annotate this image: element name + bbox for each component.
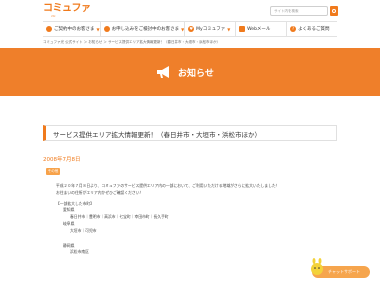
list-heading: 【一部拡大した市町】: [56, 200, 94, 206]
mail-icon: [239, 26, 246, 32]
category-badge: その他: [46, 168, 60, 175]
article-date: 2008年7月8日: [43, 157, 81, 163]
nav-item-label: Webメール: [247, 27, 271, 32]
nav-item-my-commufa[interactable]: ♥ Myコミュファ ▼: [184, 22, 235, 36]
mascot-icon: [311, 258, 323, 275]
hero-banner: お知らせ: [0, 48, 380, 96]
article-title: サービス提供エリア拡大情報更新！（春日井市・大垣市・浜松市ほか）: [43, 125, 337, 141]
logo-sub-text: ctc: [51, 14, 56, 18]
nav-item-faq[interactable]: ? よくあるご質問: [286, 22, 337, 36]
cities-shizuoka: 浜松市南区: [70, 249, 89, 255]
prefecture-aichi: 愛知県: [63, 207, 75, 213]
cities-aichi: 春日井市｜豊明市｜高浜市｜七宝町｜幸田市町｜長久手町: [70, 214, 169, 220]
breadcrumb: コミュファ光 公式サイト ＞ お知らせ ＞ サービス提供エリア拡大情報更新！（春…: [43, 40, 220, 44]
nav-item-webmail[interactable]: Webメール: [235, 22, 286, 36]
article-body: 平成２０年７月８日より、コミュファのサービス提供エリア内の一部において、ご利用い…: [56, 183, 326, 256]
cities-gifu: 大垣市｜可児市: [70, 227, 97, 233]
megaphone-icon: [157, 66, 169, 78]
top-bar: コミュファ ctc: [0, 0, 380, 22]
search-icon: [332, 9, 336, 13]
prefecture-shizuoka: 静岡県: [63, 242, 75, 248]
question-icon: ?: [290, 26, 297, 32]
prefecture-gifu: 岐阜県: [63, 220, 75, 226]
main-nav: ご契約中のお客さま ▼ お申し込みをご検討中のお客さま ▼ ♥ Myコミュファ …: [43, 21, 337, 37]
circle-icon: [46, 26, 52, 32]
circle-icon: [103, 26, 110, 32]
chat-support-label: チャットサポート: [328, 269, 360, 274]
intro-line-2: お住まいの住所がエリア内かぜひご確認ください！: [56, 189, 144, 195]
search-button[interactable]: [330, 6, 338, 16]
nav-item-label: よくあるご質問: [298, 27, 330, 32]
intro-line-1: 平成２０年７月８日より、コミュファのサービス提供エリア内の一部において、ご利用い…: [56, 183, 280, 188]
commufa-logo[interactable]: コミュファ ctc: [43, 3, 91, 18]
search-input[interactable]: [270, 6, 328, 16]
nav-item-current-customers[interactable]: ご契約中のお客さま ▼: [43, 22, 100, 36]
nav-item-prospective-customers[interactable]: お申し込みをご検討中のお客さま ▼: [99, 22, 184, 36]
logo-main-text: コミュファ: [43, 3, 91, 14]
heart-icon: ♥: [188, 26, 195, 32]
nav-item-label: Myコミュファ: [196, 27, 226, 32]
page-title: お知らせ: [178, 69, 214, 79]
nav-item-label: ご契約中のお客さま: [54, 27, 95, 32]
nav-item-label: お申し込みをご検討中のお客さま: [111, 27, 180, 32]
chevron-down-icon: ▼: [227, 26, 231, 32]
